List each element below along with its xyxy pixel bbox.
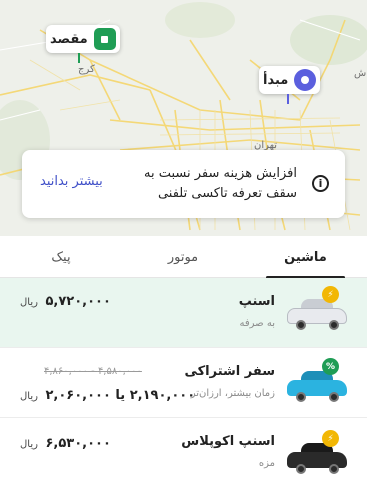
- service-old-price: ۴,۵۸۰,۰۰۰ - ۴,۸۶۰,۰۰۰: [44, 366, 142, 377]
- service-price: ۵,۷۲۰,۰۰۰ ریال: [20, 294, 111, 309]
- price-unit: ریال: [20, 297, 38, 308]
- service-subtitle: به صرفه: [239, 318, 275, 329]
- origin-pin-stem: [287, 94, 289, 104]
- car-image: ⚡: [287, 286, 347, 332]
- price-unit: ریال: [20, 391, 38, 402]
- car-image: ⚡: [287, 430, 347, 476]
- price-value: ۵,۷۲۰,۰۰۰: [45, 294, 111, 309]
- origin-pin[interactable]: مبدأ: [259, 66, 321, 94]
- origin-label: مبدأ: [263, 72, 289, 88]
- learn-more-link[interactable]: بیشتر بدانید: [40, 174, 103, 189]
- destination-pin[interactable]: مقصد: [46, 25, 120, 53]
- price-unit: ریال: [20, 439, 38, 450]
- price-value: ۶,۵۳۰,۰۰۰: [45, 436, 111, 451]
- destination-pin-stem: [78, 53, 80, 63]
- lightning-icon: ⚡: [322, 430, 339, 447]
- service-name: اسنپ: [238, 294, 275, 309]
- fare-notice-card: i افزایش هزینه سفر نسبت به سقف تعرفه تاک…: [22, 150, 345, 218]
- service-option-snapp[interactable]: ⚡ اسنپ به صرفه ۵,۷۲۰,۰۰۰ ریال: [0, 278, 367, 348]
- service-subtitle: زمان بیشتر، ارزان‌تر: [190, 388, 275, 399]
- lightning-icon: ⚡: [322, 286, 339, 303]
- service-option-eco-plus[interactable]: ⚡ اسنپ اکوپلاس مزه ۶,۵۳۰,۰۰۰ ریال: [0, 418, 367, 480]
- map-label-edge: ش: [354, 68, 367, 79]
- service-name: اسنپ اکوپلاس: [181, 434, 275, 449]
- service-price: ۲,۱۹۰,۰۰۰ یا ۲,۰۶۰,۰۰۰ ریال: [20, 388, 195, 403]
- service-price: ۶,۵۳۰,۰۰۰ ریال: [20, 436, 111, 451]
- destination-square-icon: [93, 28, 116, 50]
- map-label-karaj: کرج: [78, 64, 95, 75]
- price-value: ۲,۱۹۰,۰۰۰ یا ۲,۰۶۰,۰۰۰: [45, 388, 196, 403]
- vehicle-tabs: ماشین موتور پیک: [0, 236, 367, 279]
- tab-car[interactable]: ماشین: [244, 236, 367, 279]
- service-name: سفر اشتراکی: [184, 364, 275, 379]
- service-option-shared-ride[interactable]: % سفر اشتراکی زمان بیشتر، ارزان‌تر ۴,۵۸۰…: [0, 348, 367, 418]
- tab-courier[interactable]: پیک: [0, 236, 122, 278]
- tab-motorcycle[interactable]: موتور: [122, 236, 244, 278]
- destination-label: مقصد: [50, 31, 88, 47]
- fare-notice-text: افزایش هزینه سفر نسبت به سقف تعرفه تاکسی…: [143, 166, 297, 201]
- percent-icon: %: [322, 358, 339, 375]
- origin-circle-icon: [294, 69, 317, 91]
- info-icon: i: [312, 175, 329, 192]
- service-subtitle: مزه: [258, 458, 275, 469]
- car-image: %: [287, 358, 347, 404]
